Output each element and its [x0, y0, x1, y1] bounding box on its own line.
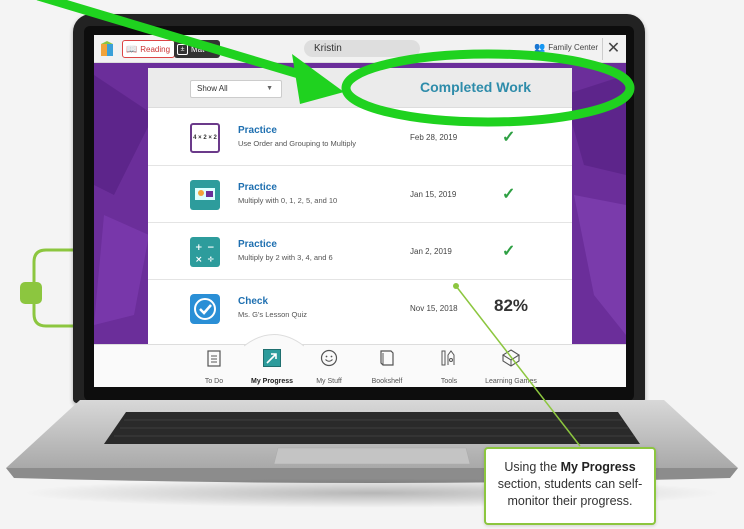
- highlight-ellipse: [341, 49, 635, 127]
- callout-line-3: monitor their progress.: [507, 494, 633, 508]
- stage: 📖 Reading ± Mat Kristin 👥 Family Center …: [0, 0, 744, 529]
- callout-leader-line: [455, 285, 581, 447]
- pointer-arrow-shaft: [36, 0, 314, 83]
- callout-box: Using the My Progress section, students …: [484, 447, 656, 525]
- callout-line-1: Using the My Progress: [504, 460, 636, 474]
- pointer-arrow-head: [292, 54, 344, 104]
- callout-line-2: section, students can self-: [497, 477, 643, 491]
- callout-leader-dot: [453, 283, 459, 289]
